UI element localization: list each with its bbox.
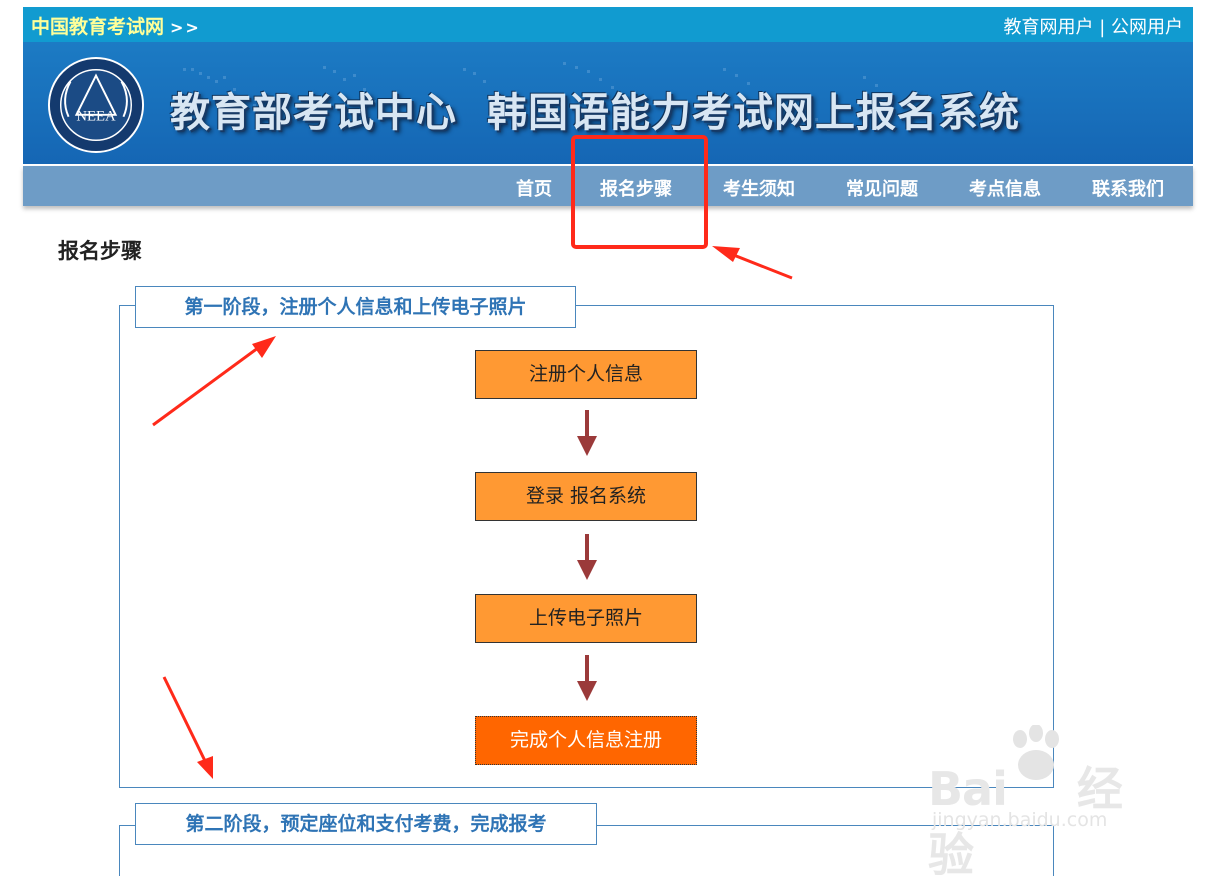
site-name-link[interactable]: 中国教育考试网 >> <box>31 12 201 39</box>
system-title: 韩国语能力考试网上报名系统 <box>487 90 1020 136</box>
down-arrow-icon <box>577 655 597 701</box>
watermark-brand-latin: Bai <box>928 762 1008 816</box>
public-user-link[interactable]: 公网用户 <box>1111 17 1183 38</box>
step-upload-photo[interactable]: 上传电子照片 <box>475 594 697 643</box>
site-arrow: >> <box>170 18 201 37</box>
page-title: 报名步骤 <box>58 239 142 263</box>
watermark-url: jingyan.baidu.com <box>932 809 1108 831</box>
neea-logo: NEEA <box>47 56 145 154</box>
nav-home[interactable]: 首页 <box>516 175 552 201</box>
baidu-watermark: Bai 经验 jingyan.baidu.com <box>924 725 1154 882</box>
user-links: 教育网用户 | 公网用户 <box>1003 13 1183 39</box>
phase-one-label: 第一阶段，注册个人信息和上传电子照片 <box>135 286 576 328</box>
logo-text: NEEA <box>76 109 116 125</box>
site-name[interactable]: 中国教育考试网 <box>31 16 164 38</box>
nav-test-center-info[interactable]: 考点信息 <box>969 175 1041 201</box>
callout-arrow-icon <box>712 246 793 280</box>
down-arrow-icon <box>577 410 597 456</box>
down-arrow-icon <box>577 534 597 580</box>
nav-contact-us[interactable]: 联系我们 <box>1092 175 1164 201</box>
nav-registration-steps[interactable]: 报名步骤 <box>600 175 672 201</box>
phase-two-label: 第二阶段，预定座位和支付考费，完成报考 <box>135 803 597 845</box>
step-complete-registration[interactable]: 完成个人信息注册 <box>475 716 697 765</box>
nav-candidate-notice[interactable]: 考生须知 <box>723 175 795 201</box>
link-separator: | <box>1099 17 1106 38</box>
banner-title: 教育部考试中心 韩国语能力考试网上报名系统 <box>170 80 1020 138</box>
step-login-system[interactable]: 登录 报名系统 <box>475 472 697 521</box>
main-nav: 首页 报名步骤 考生须知 常见问题 考点信息 联系我们 <box>23 166 1193 206</box>
org-title: 教育部考试中心 <box>170 90 457 136</box>
nav-faq[interactable]: 常见问题 <box>846 175 918 201</box>
edu-user-link[interactable]: 教育网用户 <box>1003 17 1093 38</box>
banner: NEEA 教育部考试中心 韩国语能力考试网上报名系统 <box>23 42 1193 164</box>
top-bar: 中国教育考试网 >> 教育网用户 | 公网用户 <box>23 7 1193 42</box>
step-register-info[interactable]: 注册个人信息 <box>475 350 697 399</box>
